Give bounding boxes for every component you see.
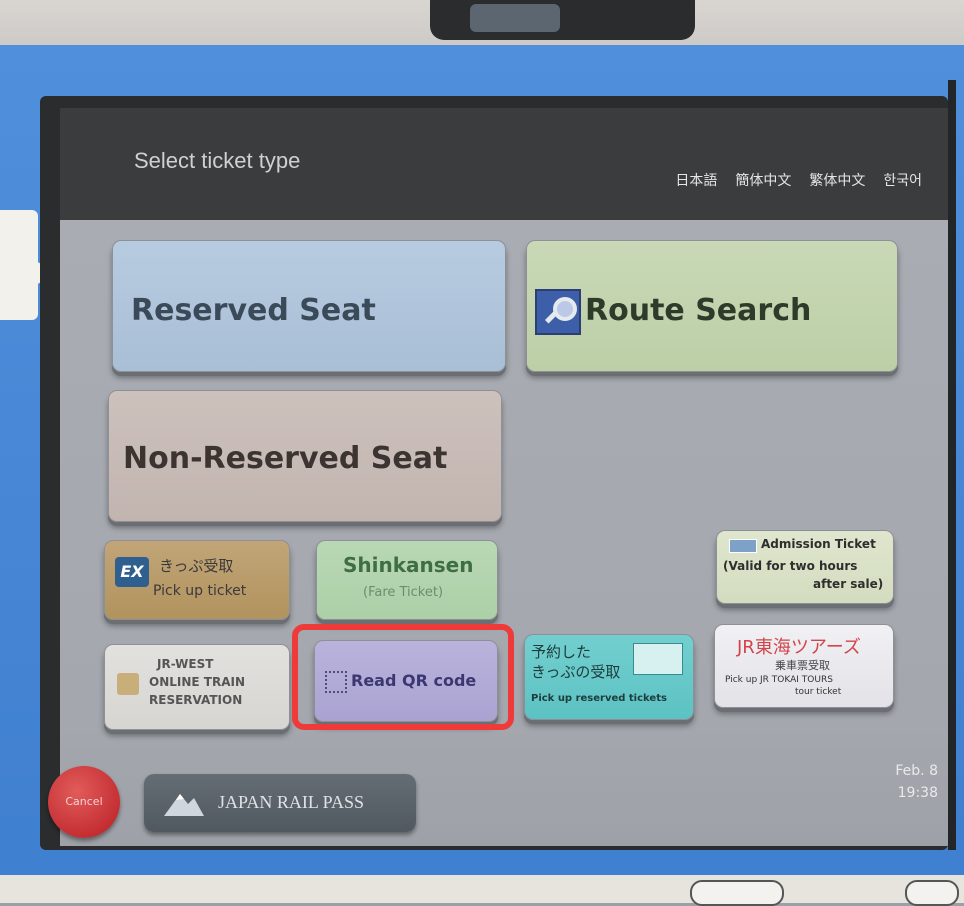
admission-note-1: (Valid for two hours — [723, 559, 858, 573]
lang-simplified-chinese[interactable]: 簡体中文 — [735, 170, 791, 190]
magnifier-icon — [535, 289, 581, 335]
ex-pickup-label-en: Pick up ticket — [153, 583, 247, 599]
shinkansen-label: Shinkansen — [343, 553, 474, 577]
admission-label: Admission Ticket — [761, 537, 876, 551]
screen-footer: Cancel JAPAN RAIL PASS Feb. 8 19:38 — [48, 736, 948, 850]
camera-lens — [470, 4, 560, 32]
japan-rail-pass-button[interactable]: JAPAN RAIL PASS — [144, 774, 416, 832]
jr-tokai-tours-button[interactable]: JR東海ツアーズ 乗車票受取 Pick up JR TOKAI TOURS to… — [714, 624, 894, 708]
jr-tokai-tours-label-ja: 乗車票受取 — [775, 659, 830, 672]
screen-header: Select ticket type 日本語 簡体中文 繁体中文 한국어 — [60, 108, 948, 220]
jr-west-label-3: RESERVATION — [149, 693, 243, 707]
ex-pickup-button[interactable]: EX きっぷ受取 Pick up ticket — [104, 540, 290, 620]
reserved-pickup-label-1: 予約した — [531, 643, 592, 661]
route-search-label: Route Search — [585, 293, 812, 328]
jr-tokai-tours-label-en-1: Pick up JR TOKAI TOURS — [725, 675, 833, 685]
non-reserved-seat-button[interactable]: Non-Reserved Seat — [108, 390, 502, 522]
ticket-icon — [633, 643, 683, 675]
ex-logo-icon: EX — [115, 557, 149, 587]
highlight-box — [292, 624, 514, 730]
lang-korean[interactable]: 한국어 — [883, 170, 922, 190]
machine-button — [690, 880, 784, 906]
non-reserved-seat-label: Non-Reserved Seat — [123, 441, 448, 476]
reserved-pickup-button[interactable]: 予約した きっぷの受取 Pick up reserved tickets — [524, 634, 694, 720]
jr-tokai-tours-label-en-2: tour ticket — [795, 687, 842, 697]
ex-pickup-label-ja: きっぷ受取 — [159, 557, 234, 575]
jr-west-label-1: JR-WEST — [157, 657, 214, 671]
admission-ticket-button[interactable]: Admission Ticket (Valid for two hours af… — [716, 530, 894, 604]
page-title: Select ticket type — [134, 148, 301, 173]
japan-rail-pass-label: JAPAN RAIL PASS — [218, 792, 365, 812]
reserved-seat-button[interactable]: Reserved Seat — [112, 240, 506, 372]
jr-west-logo-icon — [117, 673, 139, 695]
reserved-pickup-label-2: きっぷの受取 — [531, 663, 621, 681]
lang-japanese[interactable]: 日本語 — [675, 170, 717, 190]
cancel-button[interactable]: Cancel — [48, 766, 120, 838]
machine-button-round — [905, 880, 959, 906]
ticket-icon — [729, 539, 757, 553]
time-text: 19:38 — [897, 785, 938, 801]
route-search-button[interactable]: Route Search — [526, 240, 898, 372]
jr-west-label-2: ONLINE TRAIN — [149, 675, 245, 689]
reserved-seat-label: Reserved Seat — [131, 293, 376, 328]
jr-west-online-button[interactable]: JR-WEST ONLINE TRAIN RESERVATION — [104, 644, 290, 730]
screen-frame — [948, 80, 956, 850]
mountain-icon — [164, 794, 204, 816]
machine-bottom-strip — [0, 875, 964, 903]
shinkansen-button[interactable]: Shinkansen (Fare Ticket) — [316, 540, 498, 620]
jr-tokai-tours-logo: JR東海ツアーズ — [737, 637, 861, 658]
shinkansen-sublabel: (Fare Ticket) — [363, 585, 444, 600]
date-time-display: Feb. 8 19:38 — [895, 760, 938, 804]
reserved-pickup-label-en: Pick up reserved tickets — [531, 693, 667, 704]
touch-screen: Select ticket type 日本語 簡体中文 繁体中文 한국어 Res… — [40, 96, 948, 850]
date-text: Feb. 8 — [895, 763, 938, 779]
lang-traditional-chinese[interactable]: 繁体中文 — [809, 170, 865, 190]
admission-note-2: after sale) — [813, 577, 884, 591]
language-selector: 日本語 簡体中文 繁体中文 한국어 — [675, 170, 922, 190]
